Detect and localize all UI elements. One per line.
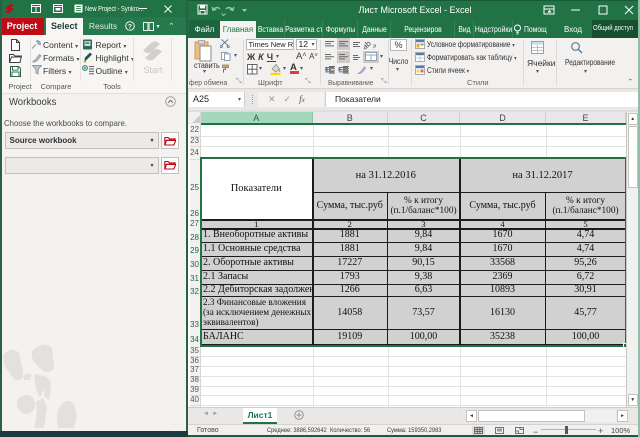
svg-text:ab: ab xyxy=(364,39,373,50)
svg-text:?: ? xyxy=(128,23,132,30)
